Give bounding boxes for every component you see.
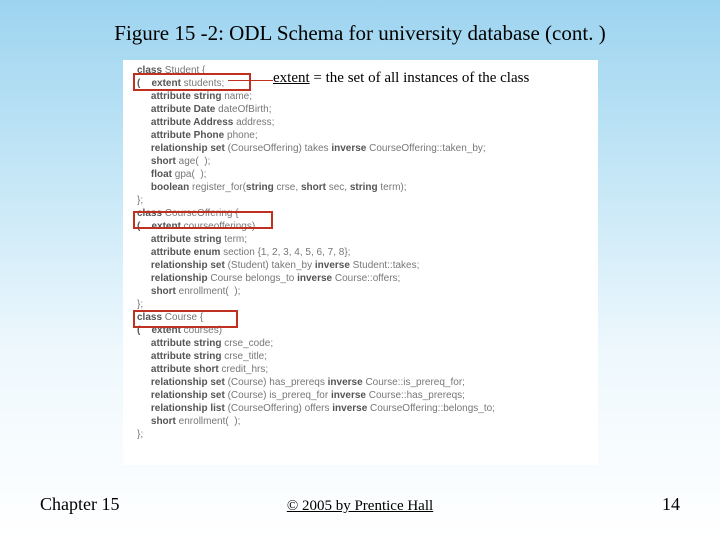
callout-connector	[228, 80, 273, 81]
highlight-box-courseoffering-extent	[133, 211, 273, 229]
callout-text: = the set of all instances of the class	[310, 70, 530, 86]
odl-code-block: class Student { ( extent students; attri…	[137, 64, 495, 441]
callout-keyword: extent	[273, 70, 310, 86]
highlight-box-course-extent	[133, 310, 238, 328]
slide-title: Figure 15 -2: ODL Schema for university …	[0, 21, 720, 46]
extent-callout: extent = the set of all instances of the…	[273, 70, 529, 87]
highlight-box-student-extent	[133, 73, 251, 91]
copyright-text: © 2005 by Prentice Hall	[0, 498, 720, 515]
page-number: 14	[662, 494, 680, 515]
